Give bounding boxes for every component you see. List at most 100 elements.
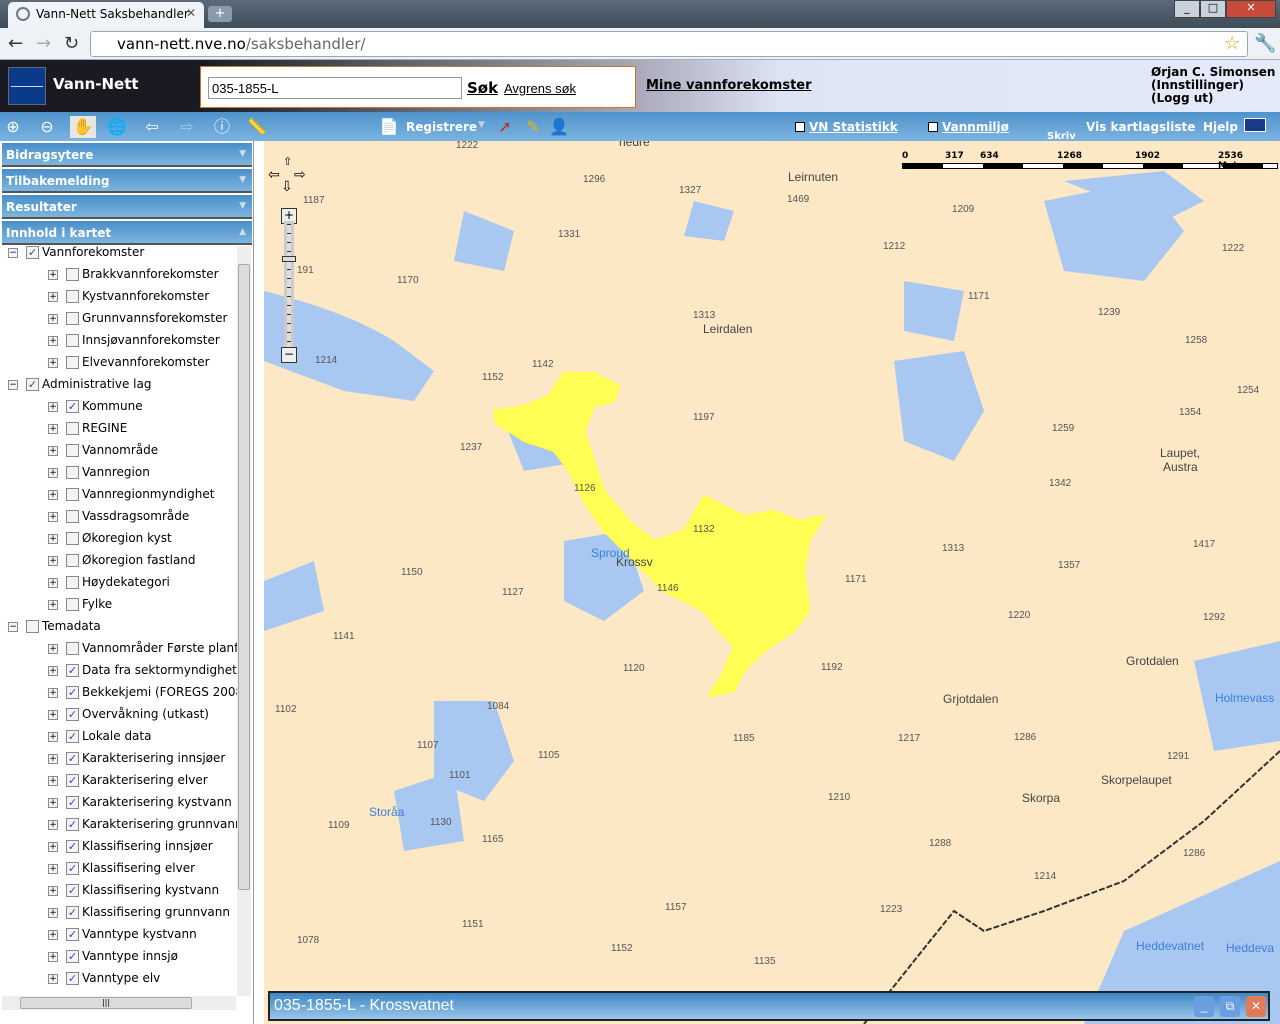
expand-icon[interactable]: +: [48, 974, 58, 984]
next-extent-icon[interactable]: ⇨: [176, 116, 198, 138]
layer-tree-item[interactable]: + ✓ Klassifisering grunnvann: [2, 905, 238, 925]
layer-tree-item[interactable]: + ✓ Data fra sektormyndigheter: [2, 663, 238, 683]
print-link[interactable]: Skriv: [1047, 132, 1076, 142]
search-input[interactable]: [208, 77, 462, 99]
layer-checkbox[interactable]: ✓: [66, 752, 79, 765]
layer-checkbox[interactable]: [66, 290, 79, 303]
expand-icon[interactable]: +: [48, 600, 58, 610]
layer-tree-item[interactable]: + Vannregion: [2, 465, 238, 485]
layer-checkbox[interactable]: [66, 532, 79, 545]
browser-tab[interactable]: Vann-Nett Saksbehandler ✕: [8, 2, 204, 28]
close-window-button[interactable]: ✕: [1226, 0, 1276, 18]
add-user-icon[interactable]: 👤: [548, 116, 570, 138]
expand-icon[interactable]: +: [48, 336, 58, 346]
expand-icon[interactable]: +: [48, 732, 58, 742]
layer-tree-item[interactable]: + Brakkvannforekomster: [2, 267, 238, 287]
layer-checkbox[interactable]: ✓: [66, 664, 79, 677]
zoom-slider[interactable]: + −: [281, 208, 297, 364]
layer-checkbox[interactable]: [66, 642, 79, 655]
layer-tree-item[interactable]: + Vannregionmyndighet: [2, 487, 238, 507]
expand-icon[interactable]: +: [48, 776, 58, 786]
expand-icon[interactable]: +: [48, 424, 58, 434]
layer-tree-item[interactable]: + Økoregion fastland: [2, 553, 238, 573]
layer-checkbox[interactable]: [66, 334, 79, 347]
expand-icon[interactable]: +: [48, 468, 58, 478]
uk-flag-icon[interactable]: [1244, 118, 1266, 132]
pan-east-icon[interactable]: ⇨: [294, 167, 306, 183]
layer-tree-item[interactable]: + ✓ Lokale data: [2, 729, 238, 749]
expand-icon[interactable]: +: [48, 908, 58, 918]
expand-icon[interactable]: +: [48, 952, 58, 962]
scrollbar-thumb[interactable]: [238, 264, 250, 890]
layer-tree-item[interactable]: + ✓ Vanntype kystvann: [2, 927, 238, 947]
layer-checkbox[interactable]: ✓: [66, 774, 79, 787]
expand-icon[interactable]: +: [48, 534, 58, 544]
expand-icon[interactable]: +: [48, 930, 58, 940]
collapse-icon[interactable]: −: [8, 380, 18, 390]
expand-icon[interactable]: +: [48, 490, 58, 500]
layer-tree-item[interactable]: + Grunnvannsforekomster: [2, 311, 238, 331]
layer-checkbox[interactable]: ✓: [66, 708, 79, 721]
minimize-window-button[interactable]: _: [1174, 0, 1200, 18]
layer-checkbox[interactable]: [66, 422, 79, 435]
layer-tree-item[interactable]: + Vannområde: [2, 443, 238, 463]
layer-tree-item[interactable]: + ✓ Karakterisering innsjøer: [2, 751, 238, 771]
panel-resultater[interactable]: Resultater ▼: [2, 195, 252, 219]
expand-icon[interactable]: +: [48, 666, 58, 676]
expand-icon[interactable]: +: [48, 864, 58, 874]
layer-tree-item[interactable]: + ✓ Kommune: [2, 399, 238, 419]
close-tab-icon[interactable]: ✕: [186, 6, 196, 20]
vannmiljo-link[interactable]: Vannmiljø: [928, 120, 1009, 134]
layer-checkbox[interactable]: ✓: [66, 400, 79, 413]
layer-tree-item[interactable]: + Kystvannforekomster: [2, 289, 238, 309]
zoom-track[interactable]: [284, 221, 294, 351]
selected-waterbody-krossvatnet[interactable]: [492, 372, 827, 698]
select-polygon-icon[interactable]: ➚: [494, 116, 516, 138]
layer-checkbox[interactable]: [66, 312, 79, 325]
wrench-icon[interactable]: 🔧: [1254, 33, 1276, 54]
layer-tree-item[interactable]: − Temadata: [2, 619, 238, 639]
layer-checkbox[interactable]: ✓: [66, 796, 79, 809]
expand-icon[interactable]: +: [48, 446, 58, 456]
expand-icon[interactable]: +: [48, 710, 58, 720]
layer-checkbox[interactable]: ✓: [26, 246, 39, 259]
layer-checkbox[interactable]: [66, 510, 79, 523]
forward-icon[interactable]: →: [36, 33, 51, 54]
close-popup-button[interactable]: ✕: [1246, 996, 1266, 1017]
layer-tree-item[interactable]: + Fylke: [2, 597, 238, 617]
layer-list-link[interactable]: Vis kartlagsliste: [1086, 120, 1195, 134]
expand-icon[interactable]: +: [48, 402, 58, 412]
expand-icon[interactable]: +: [48, 886, 58, 896]
expand-icon[interactable]: +: [48, 644, 58, 654]
expand-icon[interactable]: +: [48, 314, 58, 324]
layer-tree-item[interactable]: + Vannområder Første planfase: [2, 641, 238, 661]
maximize-window-button[interactable]: □: [1200, 0, 1226, 18]
new-tab-button[interactable]: +: [208, 6, 232, 22]
bookmark-star-icon[interactable]: ☆: [1224, 33, 1240, 54]
layer-tree-item[interactable]: + REGINE: [2, 421, 238, 441]
layer-checkbox[interactable]: [66, 466, 79, 479]
expand-icon[interactable]: +: [48, 578, 58, 588]
pan-control[interactable]: ⇧ ⇦ ⇨ ⇩: [268, 155, 308, 197]
layer-tree-item[interactable]: + Elvevannforekomster: [2, 355, 238, 375]
zoom-slider-handle[interactable]: [282, 256, 296, 262]
layer-checkbox[interactable]: ✓: [66, 818, 79, 831]
panel-bidragsytere[interactable]: Bidragsytere ▼: [2, 143, 252, 167]
expand-icon[interactable]: +: [48, 798, 58, 808]
layer-tree-item[interactable]: + Vassdragsområde: [2, 509, 238, 529]
logout-link[interactable]: (Logg ut): [1151, 92, 1275, 105]
register-menu[interactable]: Registrere: [406, 120, 477, 134]
layer-tree-item[interactable]: + Økoregion kyst: [2, 531, 238, 551]
layer-tree-item[interactable]: + ✓ Bekkekjemi (FOREGS 2008): [2, 685, 238, 705]
layer-tree-item[interactable]: + ✓ Karakterisering grunnvann: [2, 817, 238, 837]
pan-hand-icon[interactable]: ✋: [70, 116, 96, 138]
layer-tree-item[interactable]: − ✓ Vannforekomster: [2, 245, 238, 265]
layer-checkbox[interactable]: [66, 598, 79, 611]
zoom-out-icon[interactable]: ⊖: [36, 116, 58, 138]
layer-tree-vertical-scrollbar[interactable]: [237, 246, 251, 996]
pan-north-icon[interactable]: ⇧: [283, 155, 292, 168]
pencil-icon[interactable]: ✎: [522, 116, 544, 138]
layer-tree-item[interactable]: + ✓ Klassifisering innsjøer: [2, 839, 238, 859]
panel-innhold-i-kartet[interactable]: Innhold i kartet ▲: [2, 221, 252, 245]
full-extent-globe-icon[interactable]: 🌐: [106, 116, 128, 138]
